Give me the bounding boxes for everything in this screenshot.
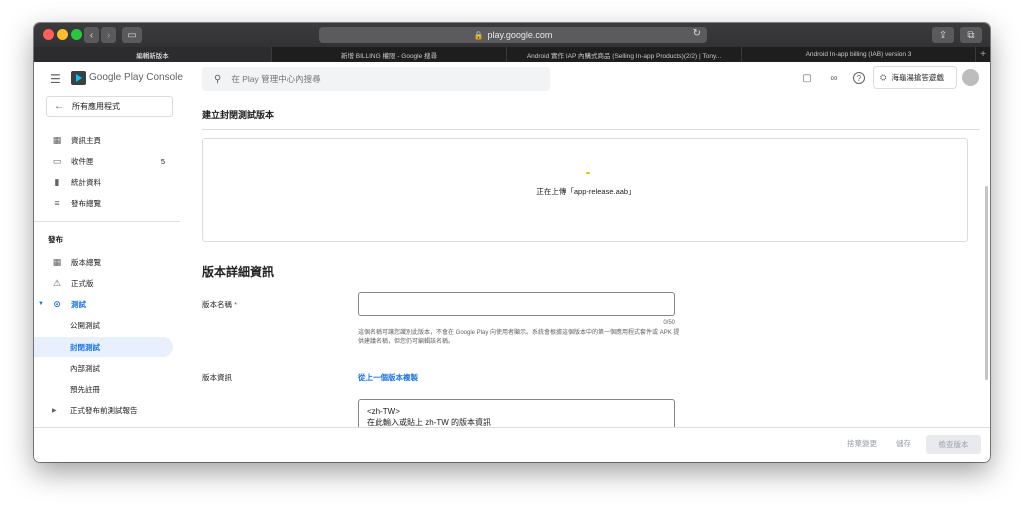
upload-dropzone[interactable]: 正在上傳「app-release.aab」 xyxy=(202,138,968,242)
sidebar-item-internal-testing[interactable]: 內部測試 xyxy=(34,359,180,377)
search-icon: ⚲ xyxy=(214,73,222,85)
developer-account-chip[interactable]: ⛭ 海龜湯搶答遊戲 xyxy=(873,66,957,89)
title-divider xyxy=(202,129,980,130)
share-button[interactable]: ⇪ xyxy=(932,27,954,43)
help-icon[interactable]: ? xyxy=(853,72,865,84)
discard-changes-button[interactable]: 捨棄變更 xyxy=(847,438,877,449)
loading-spinner-icon xyxy=(586,172,590,176)
sidebar: ← 所有應用程式 ▦ 資訊主頁 ▭ 收件匣 5 ▮ 統計資料 ≡ 發布總覽 發布… xyxy=(34,94,180,427)
avatar[interactable] xyxy=(962,69,979,86)
copy-previous-release-link[interactable]: 從上一個版本複製 xyxy=(358,372,418,383)
sidebar-item-publishing-overview[interactable]: ≡ 發布總覽 xyxy=(34,194,180,212)
release-notes-textarea[interactable]: <zh-TW> 在此輸入或貼上 zh-TW 的版本資訊 xyxy=(358,399,675,427)
bar-chart-icon: ▮ xyxy=(54,176,60,187)
share-icon: ⇪ xyxy=(938,29,948,41)
title-bar: ‹ › ▭ 🔒 play.google.com ↻ ⇪ ⧉ xyxy=(34,23,990,47)
grid-icon: ▦ xyxy=(52,256,62,267)
sidebar-item-inbox[interactable]: ▭ 收件匣 5 xyxy=(34,152,180,170)
sidebar-item-open-testing[interactable]: 公開測試 xyxy=(34,316,180,334)
sidebar-item-releases-overview[interactable]: ▦ 版本總覽 xyxy=(34,253,180,271)
arrow-left-icon: ← xyxy=(54,101,64,112)
release-name-label: 版本名稱 * xyxy=(202,300,238,309)
sidebar-item-production[interactable]: ⚠ 正式版 xyxy=(34,274,180,292)
link-icon[interactable]: ∞ xyxy=(828,72,840,84)
brand-name: Google Play Console xyxy=(89,72,183,83)
sidebar-icon: ▭ xyxy=(127,29,137,41)
required-mark: * xyxy=(234,300,238,309)
lock-icon: 🔒 xyxy=(473,30,484,40)
app-header: ☰ Google Play Console ⚲ ▢ ∞ ? ⛭ 海龜湯搶答遊戲 xyxy=(34,62,990,94)
close-window-button[interactable] xyxy=(43,29,54,40)
release-notes-label: 版本資訊 xyxy=(202,373,232,382)
review-release-button[interactable]: 檢查版本 xyxy=(926,435,981,454)
inbox-count: 5 xyxy=(160,156,165,166)
new-tab-button[interactable]: + xyxy=(976,47,990,62)
zoom-window-button[interactable] xyxy=(71,29,82,40)
tabs-icon: ⧉ xyxy=(967,29,975,41)
play-console-logo xyxy=(71,71,86,85)
chevron-left-icon: ‹ xyxy=(89,29,94,41)
browser-tab-4[interactable]: Android In-app billing (IAB) version 3 xyxy=(742,47,976,62)
sidebar-divider xyxy=(34,221,180,222)
menu-icon[interactable]: ☰ xyxy=(50,72,61,86)
release-name-help: 這個名稱可讓您識別此版本，不會在 Google Play 向使用者顯示。系統會根… xyxy=(358,330,680,345)
release-name-counter: 0/50 xyxy=(663,320,675,326)
url-text: play.google.com xyxy=(487,30,553,40)
save-button[interactable]: 儲存 xyxy=(896,438,911,449)
main-content: 建立封閉測試版本 正在上傳「app-release.aab」 版本詳細資訊 版本… xyxy=(180,94,990,427)
sidebar-item-testing[interactable]: ▼ ⊙ 測試 xyxy=(34,295,180,313)
search-box[interactable]: ⚲ xyxy=(202,67,550,91)
forward-button[interactable]: › xyxy=(101,27,116,43)
developer-name: 海龜湯搶答遊戲 xyxy=(891,73,944,82)
action-footer: 捨棄變更 儲存 檢查版本 xyxy=(34,427,990,462)
sidebar-toggle-button[interactable]: ▭ xyxy=(122,27,142,43)
caret-down-icon: ▼ xyxy=(38,301,44,307)
sidebar-section-title: 發布 xyxy=(48,235,63,244)
sidebar-item-statistics[interactable]: ▮ 統計資料 xyxy=(34,173,180,191)
page-title: 建立封閉測試版本 xyxy=(202,110,275,120)
sidebar-item-pre-registration[interactable]: 預先註冊 xyxy=(34,380,180,398)
tabs-overview-button[interactable]: ⧉ xyxy=(960,27,982,43)
chevron-right-icon: › xyxy=(106,29,111,41)
browser-tab-3[interactable]: Android 實作 IAP 內購式商品 (Selling In-app Pro… xyxy=(507,47,742,62)
developer-icon: ⛭ xyxy=(880,72,887,82)
search-input[interactable] xyxy=(231,74,522,84)
dashboard-icon: ▦ xyxy=(52,134,62,145)
publishing-overview-icon: ≡ xyxy=(54,198,60,208)
address-bar[interactable]: 🔒 play.google.com ↻ xyxy=(319,27,707,43)
release-name-input[interactable] xyxy=(358,292,675,316)
browser-tab-1[interactable]: 編輯新版本 xyxy=(34,47,272,62)
reload-icon[interactable]: ↻ xyxy=(693,28,701,39)
tab-strip: 編輯新版本 新增 BILLING 權限 - Google 搜尋 Android … xyxy=(34,47,990,62)
release-details-heading: 版本詳細資訊 xyxy=(202,265,275,279)
back-button[interactable]: ‹ xyxy=(84,27,99,43)
sidebar-item-closed-testing[interactable]: 封閉測試 xyxy=(34,337,173,357)
browser-window: ‹ › ▭ 🔒 play.google.com ↻ ⇪ ⧉ 編輯新版本 新增 B… xyxy=(34,23,990,462)
play-circle-icon: ⊙ xyxy=(53,298,61,309)
warning-icon: ⚠ xyxy=(52,277,62,288)
feedback-icon[interactable]: ▢ xyxy=(801,72,813,84)
all-apps-button[interactable]: ← 所有應用程式 xyxy=(46,96,173,117)
caret-right-icon: ▶ xyxy=(52,407,57,414)
sidebar-item-dashboard[interactable]: ▦ 資訊主頁 xyxy=(34,131,180,149)
main-scrollbar[interactable] xyxy=(985,186,988,380)
browser-tab-2[interactable]: 新增 BILLING 權限 - Google 搜尋 xyxy=(272,47,507,62)
inbox-icon: ▭ xyxy=(52,155,62,166)
upload-status: 正在上傳「app-release.aab」 xyxy=(536,187,636,196)
minimize-window-button[interactable] xyxy=(57,29,68,40)
sidebar-item-pre-launch-report[interactable]: ▶ 正式發布前測試報告 xyxy=(34,401,180,419)
